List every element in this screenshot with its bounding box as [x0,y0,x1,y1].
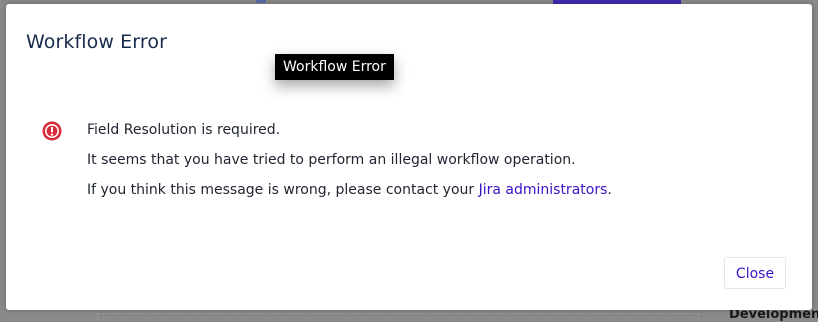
contact-text: If you think this message is wrong, plea… [87,182,479,198]
background-element [256,0,266,3]
error-message-line-3: If you think this message is wrong, plea… [87,182,612,198]
error-message-line-1: Field Resolution is required. [87,122,281,138]
error-message-line-2: It seems that you have tried to perform … [87,152,576,168]
contact-text-suffix: . [607,182,612,198]
workflow-error-dialog: Workflow Error Workflow Error Field Reso… [6,4,812,310]
dialog-title: Workflow Error [26,31,167,53]
close-button[interactable]: Close [724,257,786,289]
error-circle-icon [42,121,62,141]
title-tooltip: Workflow Error [275,54,394,80]
jira-administrators-link[interactable]: Jira administrators [479,182,608,198]
